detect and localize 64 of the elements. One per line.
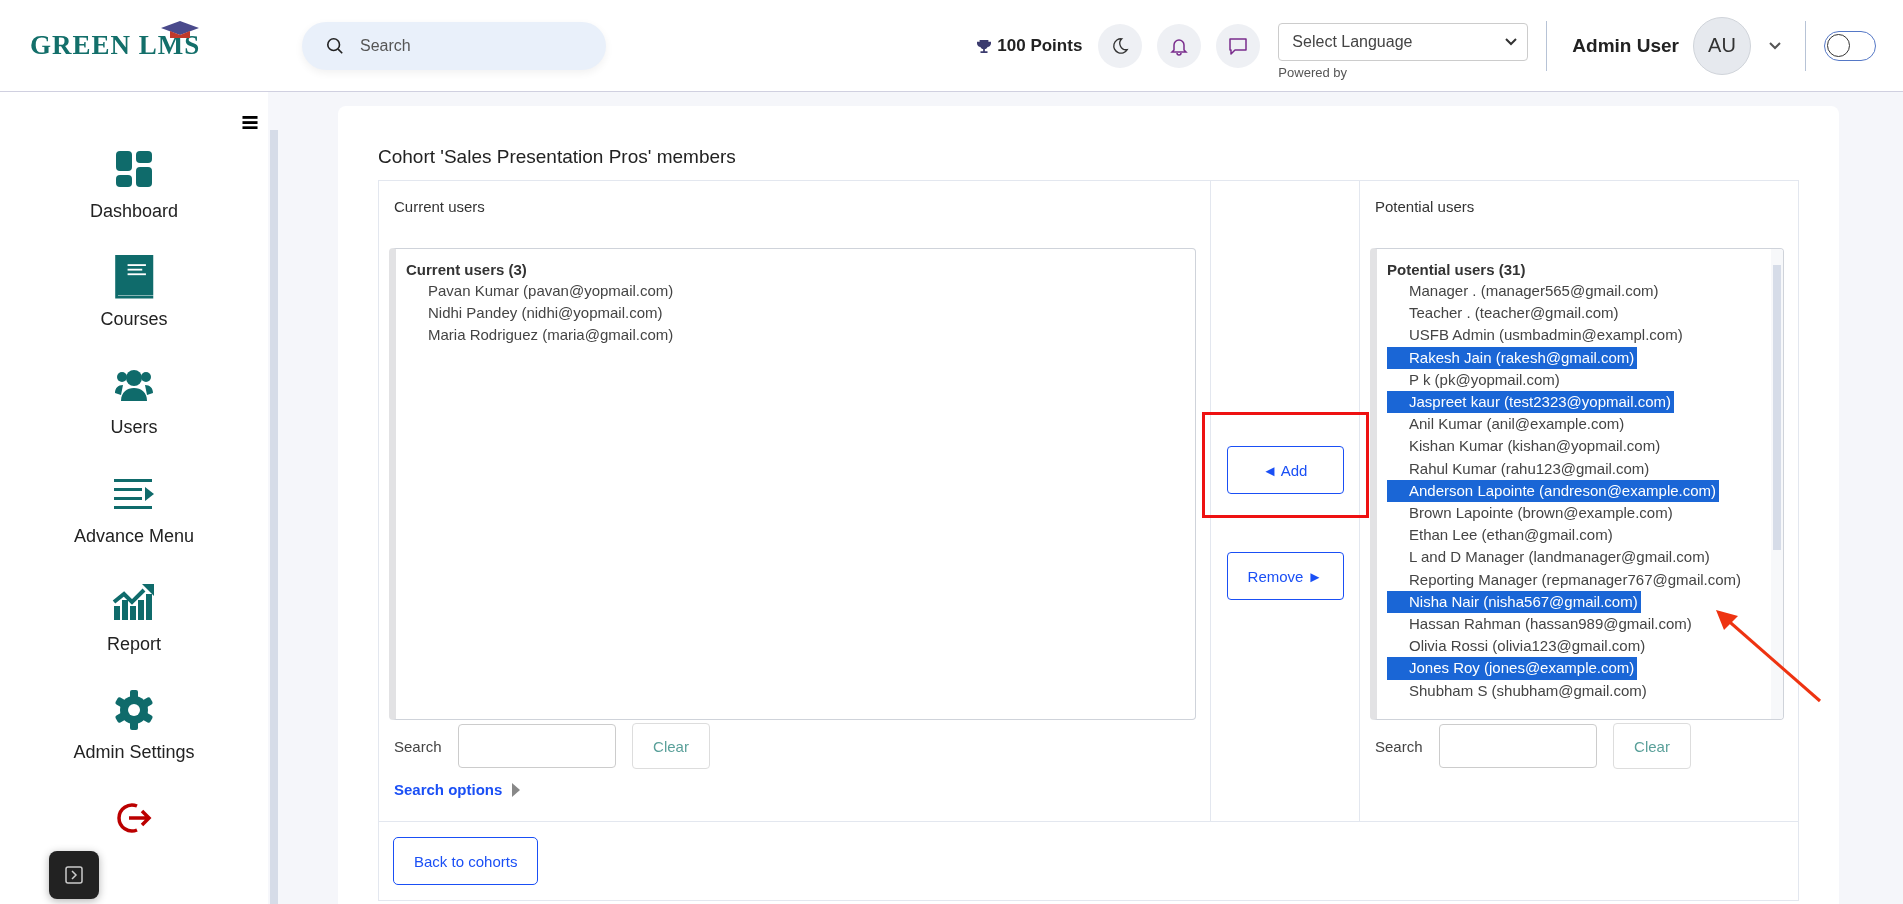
sidebar-item[interactable]: Report [107,633,161,655]
search-icon [326,36,344,55]
user-option[interactable]: Anderson Lapointe (andreson@example.com) [1387,479,1720,503]
user-option[interactable]: P k (pk@yopmail.com) [1387,368,1563,391]
user-option[interactable]: Pavan Kumar (pavan@yopmail.com) [406,280,1175,302]
user-option[interactable]: Shubham S (shubham@gmail.com) [1387,679,1650,702]
user-name: Admin User [1572,34,1679,57]
user-option[interactable]: USFB Admin (usmbadmin@exampl.com) [1387,324,1686,347]
theme-toggle[interactable] [1824,30,1876,61]
logo-text: GREEN LMS [30,30,201,60]
search-field[interactable]: Search [302,21,606,70]
search-label: Search [1374,737,1424,755]
points-label: 100 Points [997,35,1083,56]
user-option[interactable]: Brown Lapointe (brown@example.com) [1387,502,1676,525]
moon-icon [1111,36,1130,55]
remove-button[interactable]: Remove ► [1226,552,1344,600]
chat-icon [1228,35,1249,56]
back-button[interactable]: Back to cohorts [393,837,539,885]
search-label: Search [393,737,443,755]
powered-by-text: Powered by [1278,65,1348,80]
add-button[interactable]: ◄ Add [1226,446,1344,494]
user-option[interactable]: Rakesh Jain (rakesh@gmail.com) [1387,346,1638,369]
user-option[interactable]: L and D Manager (landmanager@gmail.com) [1387,546,1713,569]
column-heading: Current users [393,198,486,217]
search-field[interactable] [1439,724,1597,768]
menu-icon[interactable] [242,116,258,130]
user-option[interactable]: Kishan Kumar (kishan@yopmail.com) [1387,435,1664,458]
user-option[interactable]: Manager . (manager565@gmail.com) [1387,280,1662,303]
sidebar-item[interactable]: Courses [100,309,168,331]
potential-users-list[interactable] [1370,248,1784,720]
user-option[interactable]: Maria Rodriguez (maria@gmail.com) [406,324,1175,346]
sidebar-item[interactable]: Users [110,417,158,439]
trophy-icon [977,38,992,53]
expand-button[interactable] [49,851,99,899]
settings-icon[interactable] [114,687,154,732]
language-select[interactable]: Select Language [1278,23,1529,61]
user-option[interactable]: Nidhi Pandey (nidhi@yopmail.com) [406,302,1175,324]
user-option[interactable]: Reporting Manager (repmanager767@gmail.com) [1387,568,1745,591]
user-option[interactable]: Anil Kumar (anil@example.com) [1387,413,1628,436]
scrollbar-thumb[interactable] [270,130,278,904]
user-option[interactable]: Jones Roy (jones@example.com) [1387,657,1638,680]
chevron-right-icon [65,866,83,884]
user-option[interactable]: Nisha Nair (nisha567@gmail.com) [1387,590,1641,614]
user-option[interactable]: Ethan Lee (ethan@gmail.com) [1387,524,1616,547]
sidebar-item[interactable]: Dashboard [89,201,179,223]
user-option[interactable]: Rahul Kumar (rahu123@gmail.com) [1387,457,1653,480]
user-option[interactable]: Jaspreet kaur (test2323@yopmail.com) [1387,391,1674,414]
search-field[interactable] [458,724,616,768]
list-group-label: Potential users (31) [1387,261,1527,278]
user-option[interactable]: Olivia Rossi (olivia123@gmail.com) [1387,635,1649,658]
column-heading: Potential users [1374,198,1476,217]
search-options-link[interactable]: Search options [394,781,503,798]
list-group-label: Current users (3) [406,261,528,278]
chevron-down-icon [1505,38,1518,46]
caret-right-icon [512,782,521,797]
book-icon[interactable] [113,255,155,300]
user-option[interactable]: Teacher . (teacher@gmail.com) [1387,302,1622,325]
sidebar-item[interactable]: Advance Menu [73,525,195,547]
user-option[interactable]: Hassan Rahman (hassan989@gmail.com) [1387,613,1695,636]
scrollbar-thumb[interactable] [1773,265,1781,550]
chevron-down-icon[interactable] [1769,41,1781,50]
page-title: Cohort 'Sales Presentation Pros' members [378,146,737,168]
avatar[interactable]: AU [1693,16,1751,75]
sidebar-item[interactable]: Admin Settings [73,741,195,763]
